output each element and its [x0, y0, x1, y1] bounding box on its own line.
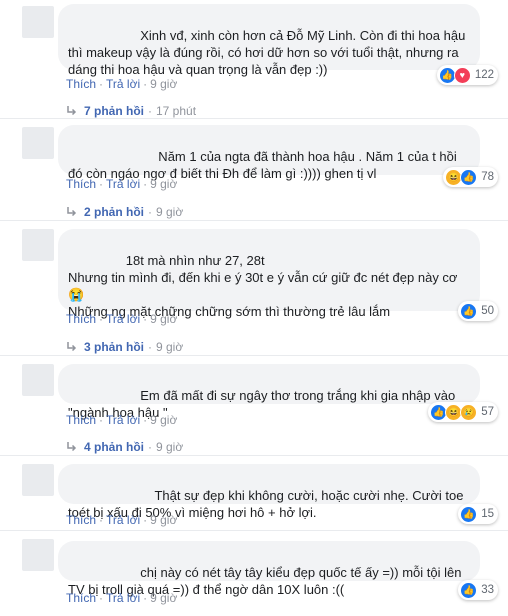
reaction-count: 33 [481, 584, 494, 596]
comment-bubble: Xinh vđ, xinh còn hơn cả Đỗ Mỹ Linh. Còn… [58, 4, 480, 77]
comment-time[interactable]: 9 giờ [150, 413, 177, 427]
like-link[interactable]: Thích [66, 77, 96, 91]
comment-text: 18t mà nhìn như 27, 28t Nhưng tin mình đ… [68, 253, 458, 319]
reactions-summary[interactable]: 👍 15 [458, 504, 498, 524]
reply-arrow-icon [67, 342, 77, 352]
like-link[interactable]: Thích [66, 177, 96, 191]
love-icon: ♥ [453, 66, 471, 84]
like-link[interactable]: Thích [66, 591, 96, 605]
avatar[interactable] [22, 364, 54, 396]
comment-actions: Thích · Trả lời · 9 giờ [66, 312, 178, 326]
view-replies[interactable]: 7 phản hồi · 17 phút [66, 104, 196, 118]
comment-time[interactable]: 9 giờ [150, 77, 177, 91]
view-replies[interactable]: 2 phản hồi · 9 giờ [66, 205, 183, 219]
reaction-count: 15 [481, 508, 494, 520]
divider [0, 220, 508, 221]
reply-link[interactable]: Trả lời [106, 513, 140, 527]
comment-actions: Thích · Trả lời · 9 giờ [66, 77, 178, 91]
view-replies[interactable]: 3 phản hồi · 9 giờ [66, 340, 183, 354]
replies-count[interactable]: 3 phản hồi [84, 340, 144, 354]
like-icon: 👍 [460, 581, 478, 599]
reaction-count: 50 [481, 305, 494, 317]
divider [0, 530, 508, 531]
comment-text: Xinh vđ, xinh còn hơn cả Đỗ Mỹ Linh. Còn… [68, 28, 469, 77]
sad-icon: 😢 [460, 403, 478, 421]
reaction-count: 57 [481, 406, 494, 418]
reply-arrow-icon [67, 207, 77, 217]
comment-actions: Thích · Trả lời · 9 giờ [66, 413, 178, 427]
like-link[interactable]: Thích [66, 312, 96, 326]
replies-count[interactable]: 4 phản hồi [84, 440, 144, 454]
reply-arrow-icon [67, 442, 77, 452]
comment-bubble: 18t mà nhìn như 27, 28t Nhưng tin mình đ… [58, 229, 480, 319]
divider [0, 355, 508, 356]
replies-time: 9 giờ [156, 340, 184, 354]
reactions-summary[interactable]: 👍 50 [458, 301, 498, 321]
reply-link[interactable]: Trả lời [106, 177, 140, 191]
like-icon: 👍 [460, 168, 478, 186]
comment-time[interactable]: 9 giờ [150, 312, 177, 326]
comment-time[interactable]: 9 giờ [150, 513, 177, 527]
like-icon: 👍 [460, 505, 478, 523]
view-replies[interactable]: 4 phản hồi · 9 giờ [66, 440, 183, 454]
reaction-count: 78 [481, 171, 494, 183]
comment-time[interactable]: 9 giờ [150, 591, 177, 605]
comment-actions: Thích · Trả lời · 9 giờ [66, 513, 178, 527]
reaction-count: 122 [474, 69, 494, 81]
comment-bubble: Em đã mất đi sự ngây thơ trong trắng khi… [58, 364, 480, 420]
divider [0, 118, 508, 119]
comment-actions: Thích · Trả lời · 9 giờ [66, 591, 178, 605]
replies-time: 9 giờ [156, 440, 184, 454]
reply-link[interactable]: Trả lời [106, 77, 140, 91]
avatar[interactable] [22, 229, 54, 261]
replies-time: 9 giờ [156, 205, 184, 219]
avatar[interactable] [22, 539, 54, 571]
like-link[interactable]: Thích [66, 413, 96, 427]
comment-bubble: Năm 1 của ngta đã thành hoa hậu . Năm 1 … [58, 125, 480, 181]
replies-count[interactable]: 7 phản hồi [84, 104, 144, 118]
avatar[interactable] [22, 127, 54, 159]
avatar[interactable] [22, 464, 54, 496]
comment-bubble: chị này có nét tây tây kiểu đẹp quốc tế … [58, 541, 480, 597]
reactions-summary[interactable]: 👍 ♥ 122 [436, 65, 498, 85]
reply-link[interactable]: Trả lời [106, 591, 140, 605]
reply-arrow-icon [67, 106, 77, 116]
reactions-summary[interactable]: 👍 😆 😢 57 [428, 402, 498, 422]
like-link[interactable]: Thích [66, 513, 96, 527]
reactions-summary[interactable]: 👍 33 [458, 580, 498, 600]
comment-bubble: Thật sự đẹp khi không cười, hoặc cười nh… [58, 464, 480, 520]
divider [0, 455, 508, 456]
reactions-summary[interactable]: 😆 👍 78 [443, 167, 498, 187]
like-icon: 👍 [460, 302, 478, 320]
replies-time: 17 phút [156, 104, 197, 118]
replies-count[interactable]: 2 phản hồi [84, 205, 144, 219]
comment-actions: Thích · Trả lời · 9 giờ [66, 177, 178, 191]
reply-link[interactable]: Trả lời [106, 312, 140, 326]
reply-link[interactable]: Trả lời [106, 413, 140, 427]
avatar[interactable] [22, 6, 54, 38]
comment-time[interactable]: 9 giờ [150, 177, 177, 191]
